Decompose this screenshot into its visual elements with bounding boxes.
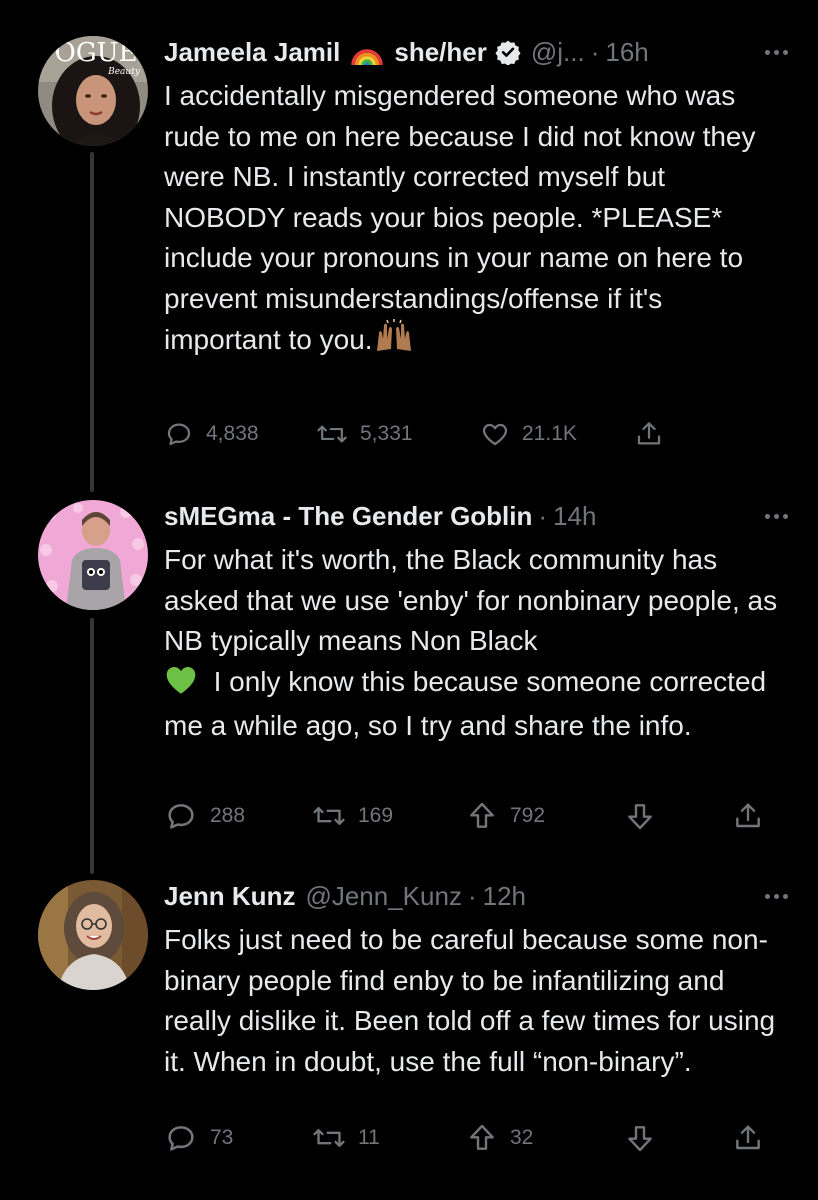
reply-button[interactable]: 73: [164, 1118, 233, 1158]
timestamp[interactable]: 12h: [483, 876, 526, 916]
upvote-button[interactable]: 32: [466, 1118, 533, 1158]
separator-dot: ·: [538, 501, 548, 531]
like-button[interactable]: 21.1K: [480, 414, 577, 454]
share-icon: [637, 422, 661, 445]
share-icon: [736, 1125, 760, 1150]
svg-text:Beauty: Beauty: [107, 67, 141, 77]
more-options-icon[interactable]: [765, 32, 788, 72]
display-name[interactable]: Jenn Kunz: [164, 876, 295, 916]
avatar[interactable]: OGUE Beauty: [38, 36, 148, 146]
reply-icon: [168, 804, 194, 829]
reply-button[interactable]: 288: [164, 796, 245, 836]
tweet-header: sMEGma - The Gender Goblin · 14h: [164, 496, 788, 536]
downvote-arrow-icon: [628, 1126, 652, 1152]
avatar[interactable]: [38, 880, 148, 990]
tweet-header: Jameela Jamil she/her @j... · 16h: [164, 32, 788, 72]
verified-badge-icon: [495, 39, 521, 65]
tweet-body-text: I accidentally misgendered someone who w…: [164, 80, 756, 355]
share-button[interactable]: [732, 1118, 764, 1158]
timestamp[interactable]: 16h: [605, 32, 648, 72]
retweet-button[interactable]: 169: [312, 796, 393, 836]
upvote-button[interactable]: 792: [466, 796, 545, 836]
retweet-count: 11: [358, 1126, 380, 1149]
upvote-arrow-icon: [470, 802, 494, 828]
thread-line: [90, 152, 94, 492]
display-name[interactable]: Jameela Jamil: [164, 32, 340, 72]
upvote-arrow-icon: [470, 1124, 494, 1150]
share-icon: [736, 803, 760, 828]
pronouns: she/her: [394, 37, 487, 67]
upvote-count: 792: [510, 804, 546, 827]
separator-dot: ·: [590, 37, 600, 67]
share-button[interactable]: [732, 796, 764, 836]
tweet-actions: 73 11 32: [164, 1118, 778, 1158]
tweet-body-text: For what it's worth, the Black community…: [164, 544, 778, 656]
reply-count: 288: [210, 804, 246, 827]
svg-text:OGUE: OGUE: [55, 38, 138, 68]
timestamp[interactable]: 14h: [553, 496, 596, 536]
retweet-button[interactable]: 11: [312, 1118, 380, 1158]
reply-count: 73: [210, 1126, 234, 1149]
tweet-text: For what it's worth, the Black community…: [164, 540, 784, 747]
reply-icon: [168, 1126, 194, 1151]
avatar[interactable]: [38, 500, 148, 610]
retweet-button[interactable]: 5,331: [316, 414, 413, 454]
tweet-body-text: I only know this because someone correct…: [164, 665, 767, 742]
rainbow-emoji-icon: [350, 37, 384, 67]
handle[interactable]: @j...: [531, 32, 585, 72]
raising-hands-emoji-icon: [373, 319, 415, 365]
handle[interactable]: @Jenn_Kunz: [305, 876, 462, 916]
heart-icon: [482, 423, 508, 446]
thread-line: [90, 618, 94, 874]
tweet-actions: 288 169 792: [164, 796, 778, 836]
retweet-count: 169: [358, 804, 394, 827]
display-name[interactable]: sMEGma - The Gender Goblin: [164, 496, 532, 536]
tweet-actions: 4,838 5,331 21.1K: [164, 414, 778, 454]
tweet-text: I accidentally misgendered someone who w…: [164, 76, 784, 365]
downvote-button[interactable]: [624, 796, 656, 836]
timeline: OGUE Beauty Jameela Jamil she/her @j... …: [0, 0, 818, 1200]
reply-count: 4,838: [206, 422, 259, 445]
like-count: 21.1K: [522, 422, 577, 445]
downvote-button[interactable]: [624, 1118, 656, 1158]
reply-button[interactable]: 4,838: [164, 414, 259, 454]
tweet-header: Jenn Kunz @Jenn_Kunz · 12h: [164, 876, 788, 916]
retweet-icon: [313, 806, 345, 826]
tweet-text: Folks just need to be careful because so…: [164, 920, 784, 1082]
green-heart-emoji-icon: [164, 665, 198, 707]
retweet-icon: [317, 425, 347, 443]
retweet-icon: [313, 1128, 345, 1148]
retweet-count: 5,331: [360, 422, 413, 445]
reply-icon: [167, 423, 191, 446]
separator-dot: ·: [467, 881, 477, 911]
upvote-count: 32: [510, 1126, 534, 1149]
more-options-icon[interactable]: [765, 496, 788, 536]
downvote-arrow-icon: [628, 804, 652, 830]
tweet-body-text: Folks just need to be careful because so…: [164, 924, 776, 1077]
share-button[interactable]: [634, 414, 664, 454]
more-options-icon[interactable]: [765, 876, 788, 916]
